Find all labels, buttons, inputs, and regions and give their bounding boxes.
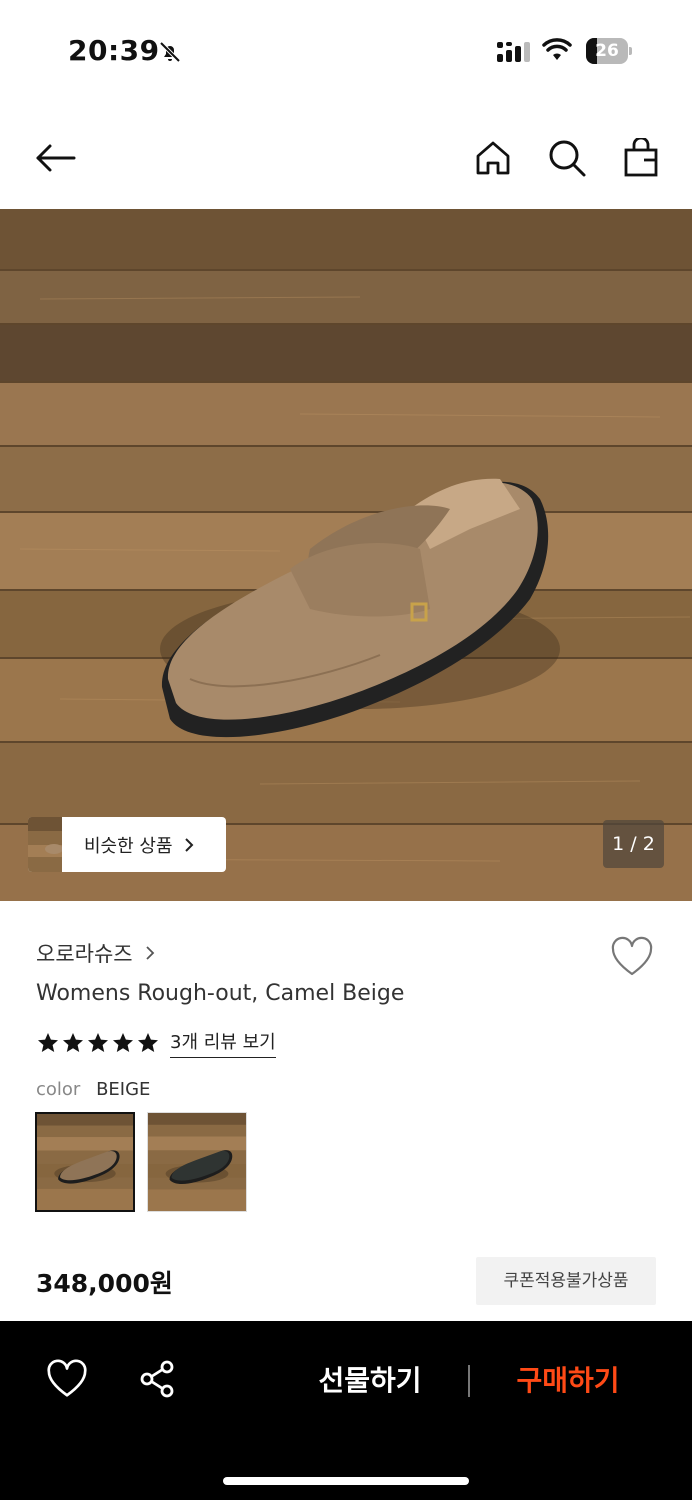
back-arrow-icon (36, 144, 76, 172)
status-bar: 20:39 26 (0, 0, 692, 100)
star-icon (138, 1033, 158, 1052)
bottom-action-bar (0, 1321, 692, 1500)
product-photo (0, 209, 692, 901)
shopping-bag-icon (624, 138, 658, 177)
color-value: BEIGE (96, 1079, 151, 1100)
search-icon (549, 140, 586, 177)
wifi-icon (542, 38, 572, 60)
product-price: 348,000원 (36, 1269, 173, 1298)
similar-products-label: 비슷한 상품 (84, 835, 173, 857)
cellular-signal-icon (497, 42, 530, 62)
heart-outline-icon (611, 936, 653, 976)
share-icon (140, 1360, 174, 1398)
top-nav-bar (0, 118, 692, 198)
chevron-right-icon (184, 837, 193, 852)
image-page-indicator: 1 / 2 (603, 820, 664, 868)
star-icon (88, 1033, 108, 1052)
product-image-carousel[interactable] (0, 209, 692, 901)
rating-row: 3개 리뷰 보기 (36, 1028, 276, 1058)
rating-stars (36, 1031, 160, 1055)
buy-button[interactable]: 구매하기 (488, 1356, 648, 1406)
home-icon (476, 141, 510, 175)
star-icon (38, 1033, 58, 1052)
product-title: Womens Rough-out, Camel Beige (36, 981, 405, 1006)
color-swatch[interactable] (35, 1112, 135, 1212)
color-swatches (35, 1112, 247, 1212)
color-label: color (36, 1079, 81, 1100)
star-icon (63, 1033, 83, 1052)
brand-name: 오로라슈즈 (36, 942, 133, 966)
color-swatch[interactable] (147, 1112, 247, 1212)
bottom-wishlist-button[interactable] (46, 1359, 88, 1401)
status-time: 20:39 (68, 34, 160, 67)
home-indicator (223, 1477, 469, 1485)
star-icon (113, 1033, 133, 1052)
back-button[interactable] (34, 136, 78, 180)
shopping-bag-button[interactable] (619, 136, 663, 180)
chevron-right-icon (145, 946, 154, 960)
similar-products-button[interactable]: 비슷한 상품 (28, 817, 226, 872)
view-reviews-link[interactable]: 3개 리뷰 보기 (170, 1028, 276, 1058)
similar-product-thumbnail (28, 817, 62, 872)
battery-icon: 26 (586, 38, 632, 64)
color-row: color BEIGE (36, 1079, 150, 1100)
bell-slash-icon (159, 41, 181, 63)
wishlist-button[interactable] (610, 936, 654, 980)
gift-button[interactable]: 선물하기 (290, 1356, 450, 1406)
home-button[interactable] (471, 136, 515, 180)
coupon-unavailable-badge: 쿠폰적용불가상품 (476, 1257, 656, 1305)
share-button[interactable] (138, 1359, 178, 1399)
brand-link[interactable]: 오로라슈즈 (36, 938, 155, 968)
search-button[interactable] (545, 136, 589, 180)
heart-outline-icon (47, 1359, 87, 1397)
bottom-bar-divider (468, 1365, 470, 1397)
